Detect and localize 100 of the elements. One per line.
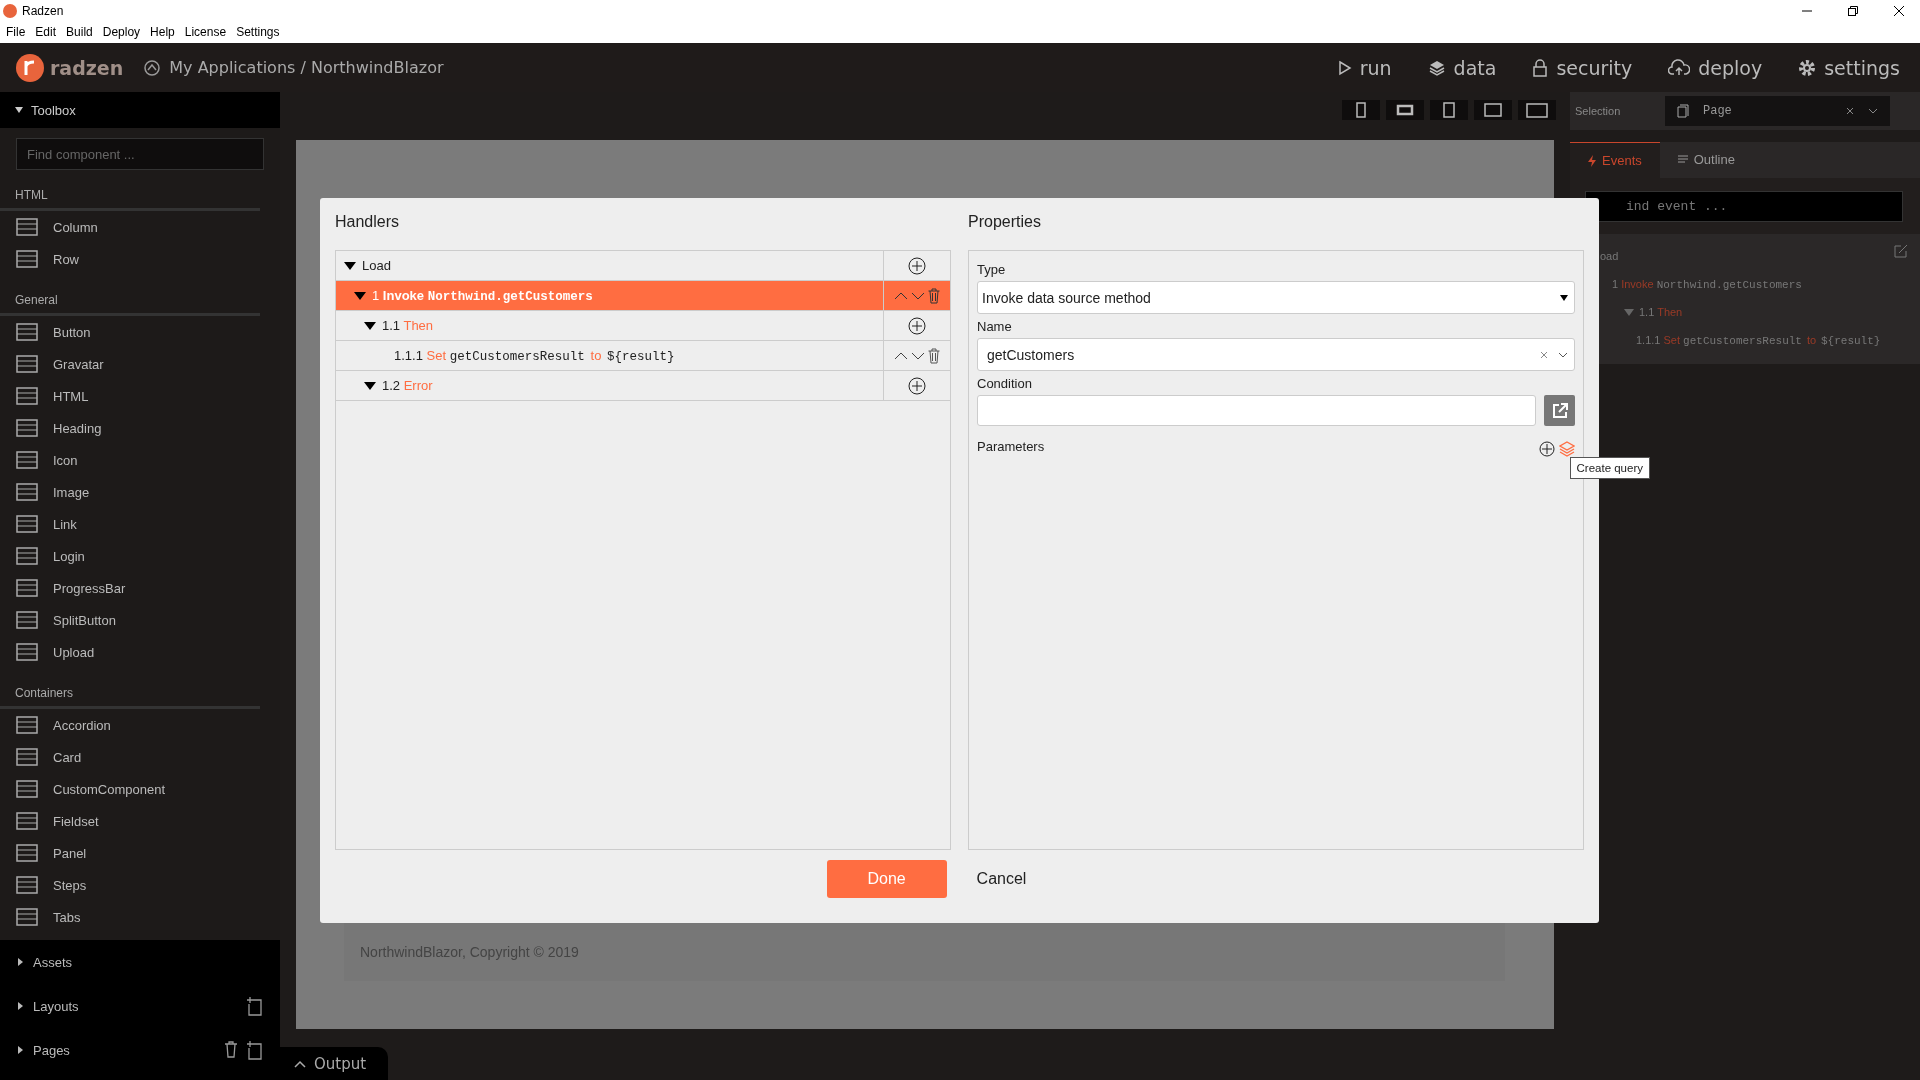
- component-icon: [16, 812, 38, 830]
- logo-icon: [15, 52, 45, 83]
- search-field[interactable]: Find component ...: [16, 138, 264, 170]
- toolbox-item[interactable]: Link: [53, 516, 77, 532]
- section-title: Handlers: [335, 212, 401, 232]
- trash-icon[interactable]: [224, 1040, 238, 1058]
- component-icon: [16, 451, 38, 469]
- expand-arrow-icon[interactable]: [18, 1046, 23, 1054]
- move-down-icon[interactable]: [911, 350, 925, 361]
- nav-link[interactable]: data: [1427, 56, 1497, 79]
- search-field[interactable]: ind event ...: [1585, 191, 1903, 222]
- lock-icon: [1532, 58, 1549, 77]
- condition-field[interactable]: [977, 395, 1536, 426]
- component-icon: [16, 611, 38, 629]
- clear-icon[interactable]: [1540, 350, 1548, 359]
- menu-item[interactable]: Edit: [35, 25, 57, 39]
- panel-tab[interactable]: Events: [1570, 142, 1660, 178]
- component-icon: [16, 387, 38, 405]
- trash-icon[interactable]: [928, 287, 940, 304]
- nav-link[interactable]: settings: [1798, 56, 1900, 79]
- menu-item[interactable]: License: [184, 25, 227, 39]
- handler-item[interactable]: 1.1.1 Set getCustomersResult to ${result}: [394, 347, 675, 364]
- device-icon[interactable]: [1386, 100, 1424, 120]
- toolbox-item[interactable]: Login: [53, 548, 85, 564]
- toolbox-item[interactable]: Accordion: [53, 717, 111, 733]
- move-up-icon[interactable]: [894, 290, 908, 301]
- toolbox-item[interactable]: Tabs: [53, 909, 81, 925]
- toolbox-item[interactable]: Upload: [53, 644, 95, 660]
- trash-icon[interactable]: [928, 347, 940, 364]
- expand-arrow-icon[interactable]: [18, 1002, 23, 1010]
- toolbox-item[interactable]: SplitButton: [53, 612, 116, 628]
- device-icon[interactable]: [1430, 100, 1468, 120]
- selection-dropdown[interactable]: Page: [1665, 96, 1890, 126]
- expression-button[interactable]: [1544, 395, 1575, 426]
- component-icon: [16, 218, 38, 236]
- play-icon: [1337, 59, 1352, 76]
- output-tab[interactable]: Output: [280, 1047, 389, 1080]
- toolbox-header[interactable]: Toolbox: [0, 92, 280, 128]
- group-heading: Containers: [0, 686, 260, 709]
- toolbox-item[interactable]: Steps: [53, 877, 87, 893]
- toolbox-item[interactable]: Card: [53, 749, 82, 765]
- toolbox-item[interactable]: Heading: [53, 420, 102, 436]
- toolbox-item[interactable]: Gravatar: [53, 356, 104, 372]
- expand-arrow-icon[interactable]: [364, 381, 376, 390]
- component-icon: [16, 250, 38, 268]
- device-icon[interactable]: [1342, 100, 1380, 120]
- expand-arrow-icon[interactable]: [18, 958, 23, 966]
- external-link-icon: [1551, 402, 1568, 419]
- new-file-icon[interactable]: [246, 996, 262, 1016]
- toolbox-item[interactable]: Fieldset: [53, 813, 99, 829]
- new-file-icon[interactable]: [246, 1040, 262, 1060]
- expand-arrow-icon[interactable]: [364, 321, 376, 330]
- nav-link[interactable]: security: [1532, 56, 1633, 79]
- menu-item[interactable]: Build: [66, 25, 93, 39]
- field-label: Type: [977, 262, 1007, 277]
- add-icon[interactable]: [908, 256, 926, 275]
- device-icon[interactable]: [1474, 100, 1512, 120]
- panel-tab[interactable]: Outline: [1659, 142, 1753, 177]
- move-up-icon[interactable]: [894, 350, 908, 361]
- breadcrumb[interactable]: My Applications / NorthwindBlazor: [169, 58, 444, 77]
- handler-item[interactable]: Load: [362, 258, 391, 273]
- component-icon: [16, 419, 38, 437]
- type-select[interactable]: Invoke data source method: [977, 281, 1575, 314]
- restore-icon[interactable]: [1848, 5, 1858, 16]
- clear-icon[interactable]: [1846, 107, 1854, 115]
- section-header[interactable]: Layouts: [33, 998, 79, 1014]
- settings-icon: [1798, 58, 1817, 77]
- close-icon[interactable]: [1894, 5, 1904, 16]
- toolbox-item[interactable]: Row: [53, 251, 79, 267]
- section-header[interactable]: Assets: [33, 954, 72, 970]
- nav-link[interactable]: run: [1337, 56, 1392, 79]
- add-icon[interactable]: [908, 376, 926, 395]
- menu-item[interactable]: Settings: [236, 25, 280, 39]
- device-icon[interactable]: [1518, 100, 1556, 120]
- expand-arrow-icon[interactable]: [344, 261, 356, 270]
- toolbox-item[interactable]: Column: [53, 219, 98, 235]
- toolbox-item[interactable]: Button: [53, 324, 91, 340]
- section-header[interactable]: Pages: [33, 1042, 70, 1058]
- cancel-button[interactable]: Cancel: [966, 860, 1037, 898]
- menu-item[interactable]: Deploy: [102, 25, 141, 39]
- toolbox-item[interactable]: Panel: [53, 845, 87, 861]
- move-down-icon[interactable]: [911, 290, 925, 301]
- menu-item[interactable]: File: [6, 25, 26, 39]
- chevron-down-icon: [1868, 108, 1878, 114]
- nav-link[interactable]: deploy: [1668, 56, 1763, 79]
- add-icon[interactable]: [1539, 441, 1555, 457]
- toolbox-item[interactable]: ProgressBar: [53, 580, 126, 596]
- expand-arrow-icon[interactable]: [354, 291, 366, 300]
- edit-icon[interactable]: [1894, 244, 1908, 258]
- name-combobox[interactable]: getCustomers: [977, 338, 1575, 371]
- add-icon[interactable]: [908, 316, 926, 335]
- menu-item[interactable]: Help: [150, 25, 175, 39]
- toolbox-item[interactable]: CustomComponent: [53, 781, 165, 797]
- toolbox-item[interactable]: Icon: [53, 452, 78, 468]
- handler-item[interactable]: 1.1 Then: [382, 318, 434, 333]
- handler-item[interactable]: 1.2 Error: [382, 378, 433, 393]
- apps-icon[interactable]: [143, 58, 162, 77]
- toolbox-item[interactable]: Image: [53, 484, 90, 500]
- component-icon: [16, 876, 38, 894]
- toolbox-item[interactable]: HTML: [53, 388, 89, 404]
